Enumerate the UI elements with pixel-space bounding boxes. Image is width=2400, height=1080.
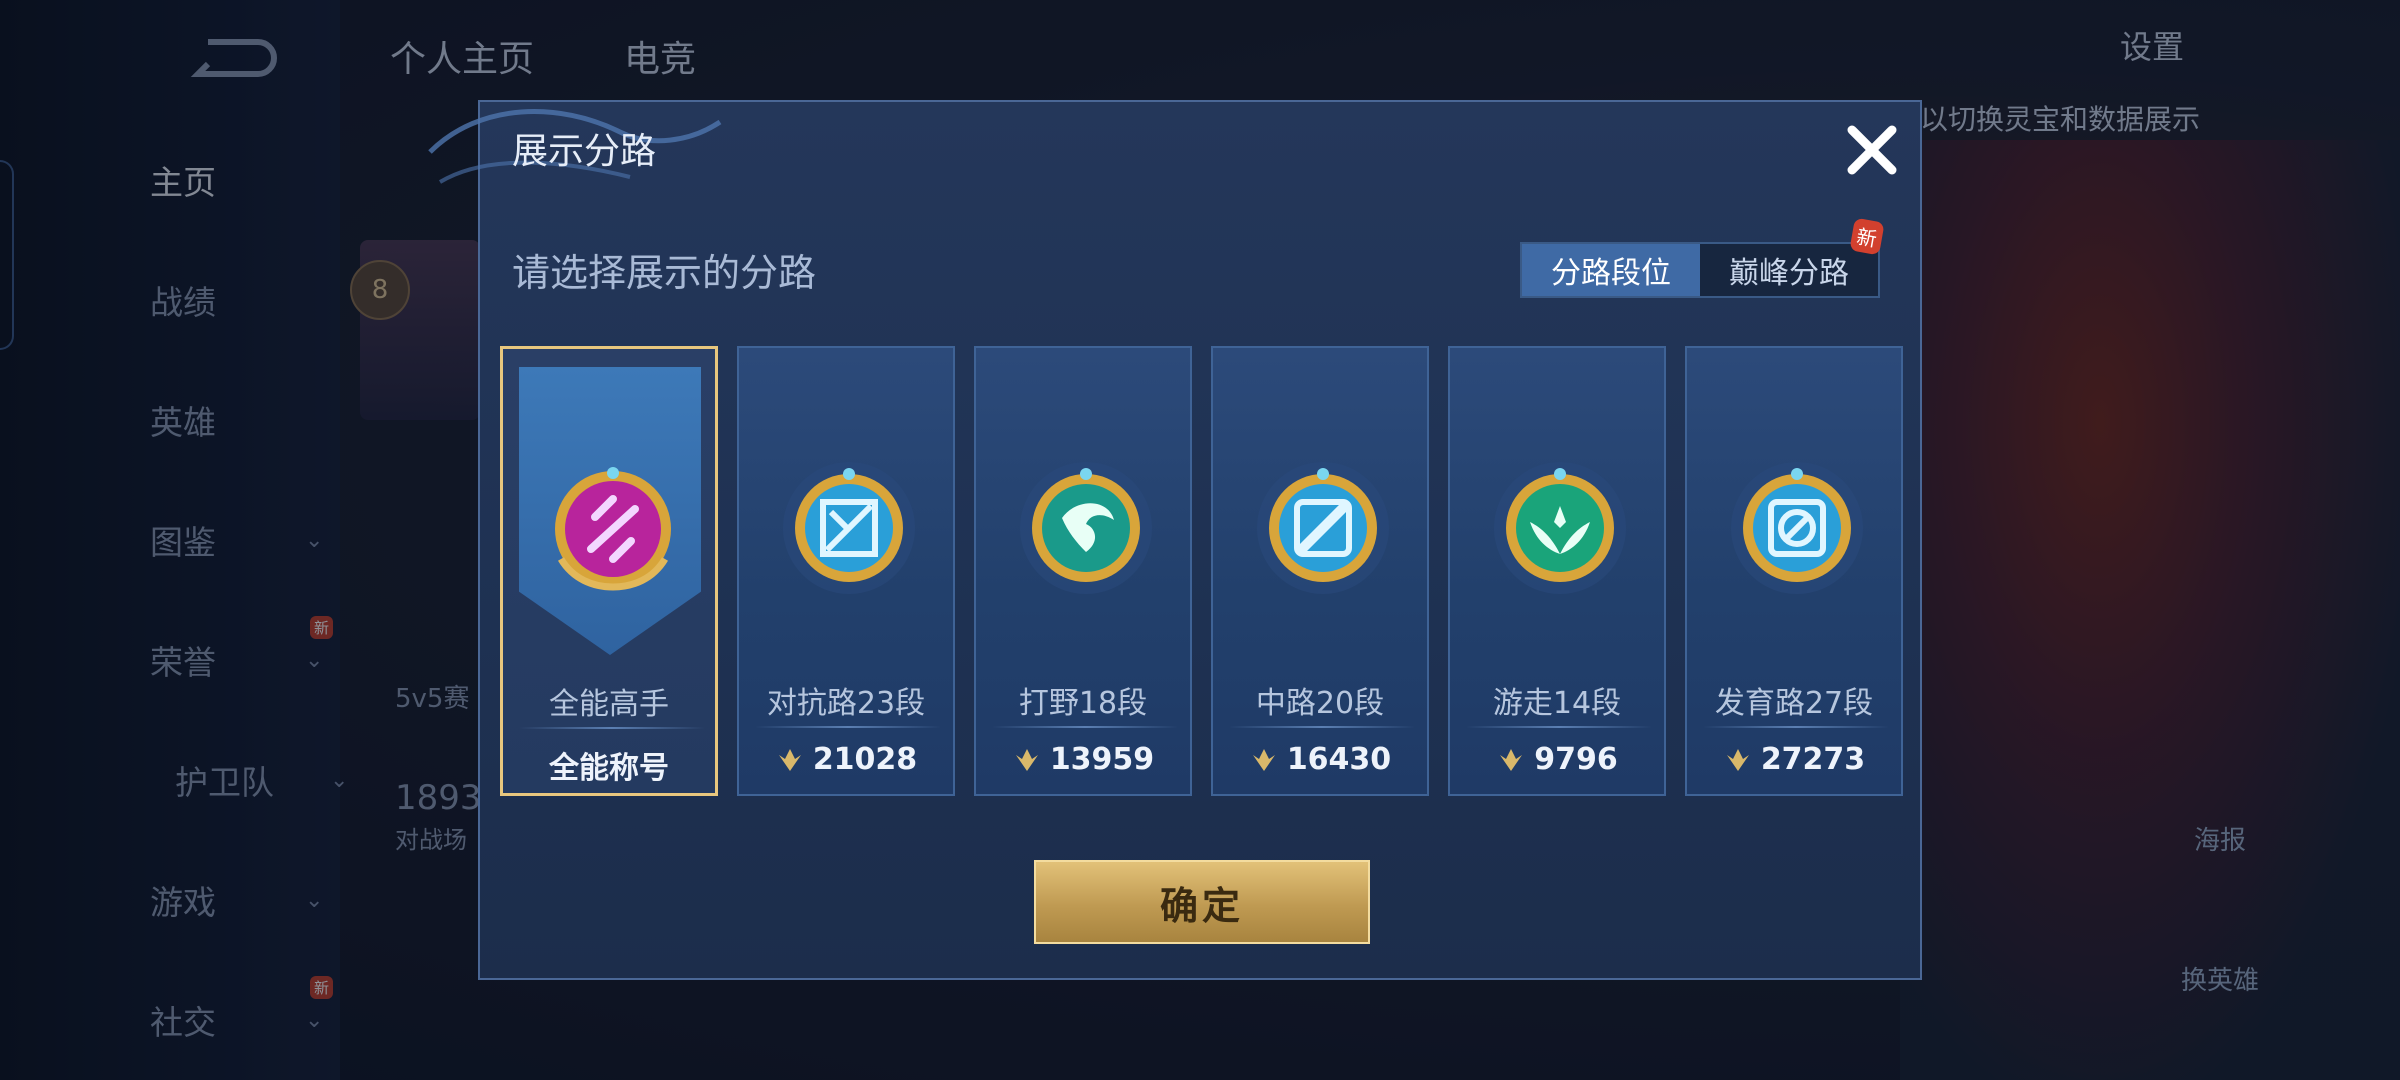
lane-value: 9796 bbox=[1450, 742, 1664, 777]
dialog-title: 展示分路 bbox=[512, 131, 657, 172]
tab-peak-lane[interactable]: 巅峰分路 bbox=[1700, 244, 1878, 296]
confirm-button[interactable]: 确定 bbox=[1034, 860, 1370, 944]
lane-label: 中路20段 bbox=[1255, 686, 1385, 721]
jungle-badge-icon bbox=[1020, 462, 1152, 594]
lane-label: 打野18段 bbox=[1018, 686, 1148, 721]
divider bbox=[1466, 726, 1652, 728]
lane-card-clash[interactable]: 对抗路23段 21028 bbox=[737, 346, 955, 796]
rank-points-icon bbox=[1500, 748, 1523, 771]
dialog-subtitle: 请选择展示的分路 bbox=[512, 251, 817, 295]
lane-cards: 全能高手 全能称号 对抗路23段 21028 打野18段 13959 中路20段… bbox=[500, 346, 1904, 798]
lane-label: 游走14段 bbox=[1492, 686, 1622, 721]
tab-lane-rank[interactable]: 分路段位 bbox=[1522, 244, 1700, 296]
lane-card-farm[interactable]: 发育路27段 27273 bbox=[1685, 346, 1903, 796]
close-button[interactable] bbox=[1836, 114, 1908, 186]
lane-value: 全能称号 bbox=[549, 751, 669, 786]
mid-lane-badge-icon bbox=[1257, 462, 1389, 594]
divider bbox=[519, 727, 705, 729]
divider bbox=[992, 726, 1178, 728]
close-icon bbox=[1847, 125, 1897, 175]
new-badge: 新 bbox=[1849, 217, 1885, 256]
divider bbox=[1229, 726, 1415, 728]
divider bbox=[755, 726, 941, 728]
lane-value: 13959 bbox=[976, 742, 1190, 777]
lane-label: 对抗路23段 bbox=[766, 686, 926, 721]
lane-value: 27273 bbox=[1687, 742, 1901, 777]
display-mode-toggle: 分路段位 巅峰分路 新 bbox=[1520, 217, 1885, 298]
rank-points-icon bbox=[1726, 748, 1749, 771]
farm-lane-badge-icon bbox=[1731, 462, 1863, 594]
lane-card-jungle[interactable]: 打野18段 13959 bbox=[974, 346, 1192, 796]
lane-display-dialog: 展示分路 请选择展示的分路 分路段位 巅峰分路 新 全能高手 全能称号 对抗路2… bbox=[428, 100, 1922, 980]
rank-points-icon bbox=[1252, 748, 1275, 771]
lane-label: 发育路27段 bbox=[1714, 686, 1874, 721]
lane-label: 全能高手 bbox=[549, 687, 669, 722]
lane-value: 16430 bbox=[1213, 742, 1427, 777]
lane-card-allround[interactable]: 全能高手 全能称号 bbox=[500, 346, 718, 796]
lane-card-roam[interactable]: 游走14段 9796 bbox=[1448, 346, 1666, 796]
roam-badge-icon bbox=[1494, 462, 1626, 594]
divider bbox=[1703, 726, 1889, 728]
allround-badge-icon bbox=[555, 467, 671, 591]
rank-points-icon bbox=[778, 748, 801, 771]
rank-points-icon bbox=[1015, 748, 1038, 771]
lane-card-mid[interactable]: 中路20段 16430 bbox=[1211, 346, 1429, 796]
lane-value: 21028 bbox=[739, 742, 953, 777]
clash-lane-badge-icon bbox=[783, 462, 915, 594]
